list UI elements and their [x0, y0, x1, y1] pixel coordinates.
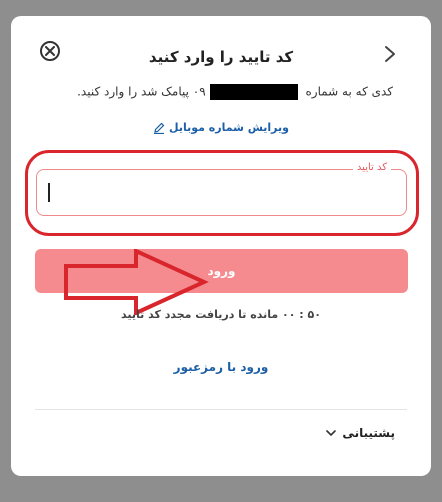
- chevron-down-icon: [326, 430, 337, 437]
- phone-number-redaction: [209, 84, 298, 100]
- chevron-right-icon: [385, 46, 395, 62]
- verification-modal: کد تایید را وارد کنید کدی که به شماره ۰۹…: [11, 16, 431, 476]
- edit-mobile-label: ویرایش شماره موبایل: [169, 121, 289, 134]
- resend-timer: ۵۰ : ۰۰ مانده تا دریافت مجدد کد تایید: [121, 308, 321, 321]
- text-caret: [48, 183, 50, 202]
- subtitle-text-after: پیامک شد را وارد کنید.: [77, 84, 193, 99]
- divider: [35, 409, 407, 410]
- subtitle-text-before: کدی که به شماره: [301, 84, 394, 99]
- subtitle: کدی که به شماره ۰۹ پیامک شد را وارد کنید…: [77, 84, 393, 100]
- support-label: پشتیبانی: [342, 426, 395, 440]
- code-field: کد تایید: [36, 162, 407, 216]
- phone-prefix: ۰۹: [192, 84, 206, 99]
- password-login-link[interactable]: ورود با رمزعبور: [11, 360, 431, 374]
- code-input[interactable]: [38, 171, 405, 214]
- back-button[interactable]: [382, 44, 398, 64]
- modal-title: کد تایید را وارد کنید: [148, 48, 294, 66]
- arrow-annotation-icon: [64, 249, 209, 315]
- pencil-icon: [154, 122, 165, 135]
- edit-mobile-link[interactable]: ویرایش شماره موبایل: [11, 121, 431, 135]
- support-toggle[interactable]: پشتیبانی: [326, 426, 395, 440]
